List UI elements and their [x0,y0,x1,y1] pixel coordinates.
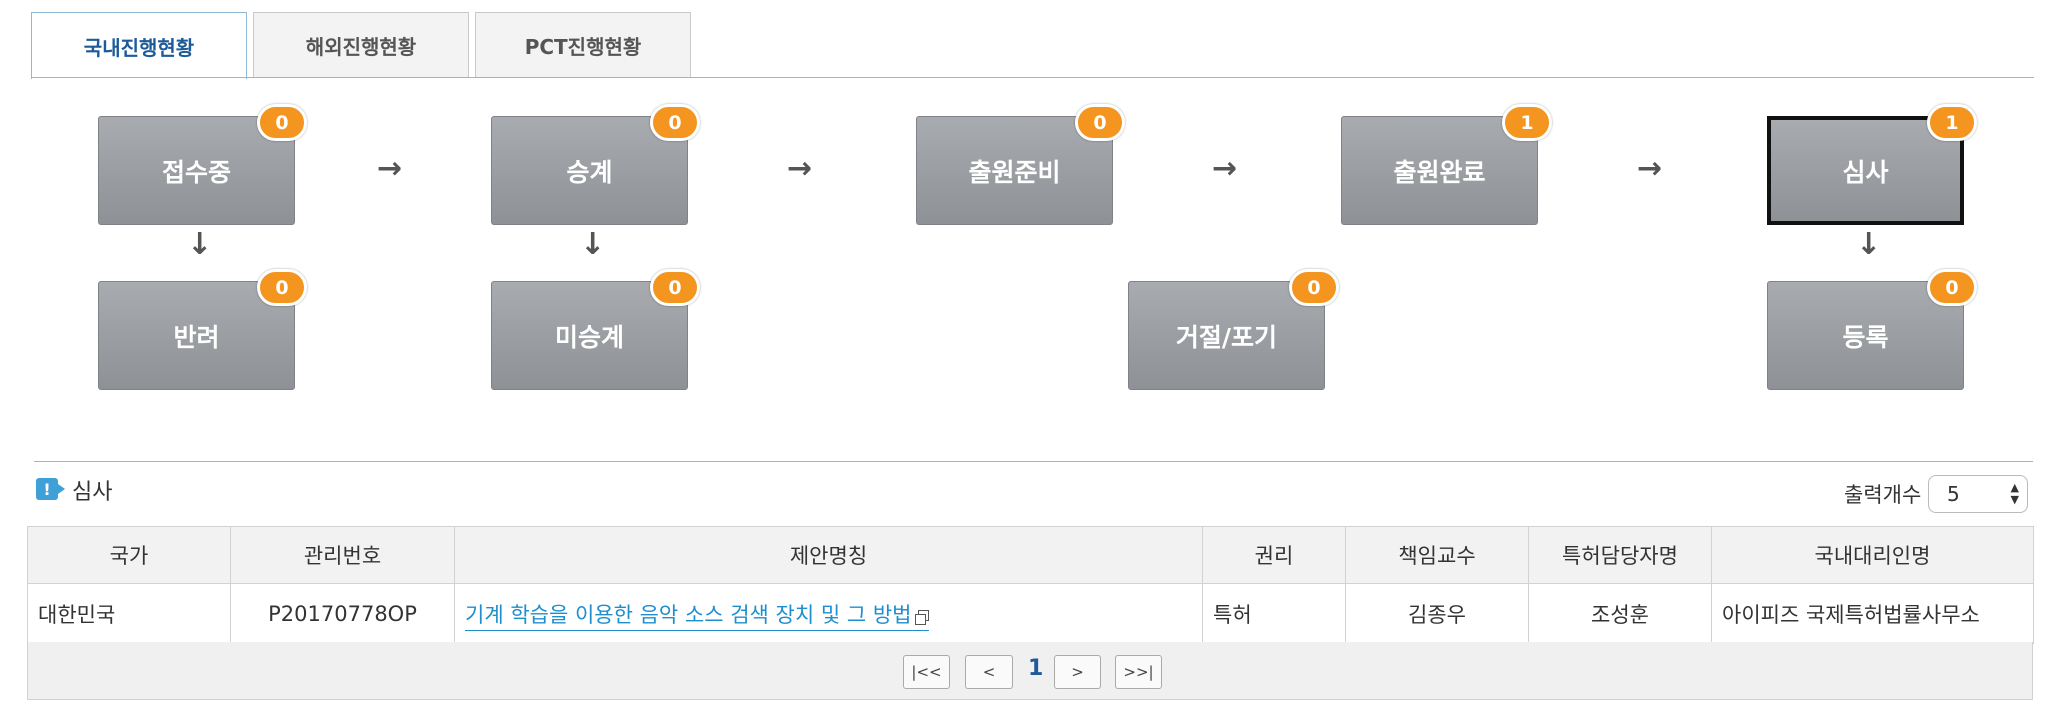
output-count-select[interactable]: 5 ▲ ▼ [1928,475,2028,513]
cell-management-number: P20170778OP [230,583,455,644]
cell-professor: 김종우 [1345,583,1529,644]
table-row: 대한민국 P20170778OP 기계 학습을 이용한 음악 소스 검색 장치 … [27,583,2034,644]
tab-pct[interactable]: PCT진행현황 [475,12,691,77]
output-count-value: 5 [1947,482,1960,506]
cell-country: 대한민국 [27,583,231,644]
column-header: 제안명칭 [454,526,1203,584]
arrow-right-icon: → [1212,151,1238,186]
external-link-icon [915,609,930,625]
count-badge: 0 [650,104,700,141]
column-header: 권리 [1202,526,1346,584]
count-badge: 0 [1927,269,1977,306]
arrow-right-icon: → [787,151,813,186]
count-badge: 0 [650,269,700,306]
tab-overseas[interactable]: 해외진행현황 [253,12,469,77]
updown-arrows-icon: ▲ ▼ [2010,481,2019,506]
result-table: 국가 관리번호 제안명칭 권리 책임교수 특허담당자명 국내대리인명 대한민국 … [27,526,2034,644]
arrow-right-icon: → [377,151,403,186]
cell-patent-manager: 조성훈 [1528,583,1712,644]
arrow-right-icon: → [1637,151,1663,186]
step-label: 거절/포기 [1175,322,1278,352]
tab-domestic[interactable]: 국내진행현황 [31,12,247,79]
step-label: 출원완료 [1393,157,1486,187]
column-header: 특허담당자명 [1528,526,1712,584]
page-number[interactable]: 1 [1028,656,1043,681]
next-page-button[interactable]: > [1054,655,1101,689]
step-label: 심사 [1842,157,1889,187]
step-label: 반려 [173,322,220,352]
prev-page-button[interactable]: < [965,655,1013,689]
first-page-button[interactable]: |<< [903,655,950,689]
arrow-down-icon: ↓ [580,227,606,262]
table-header-row: 국가 관리번호 제안명칭 권리 책임교수 특허담당자명 국내대리인명 [27,526,2034,584]
column-header: 국내대리인명 [1711,526,2034,584]
column-header: 관리번호 [230,526,455,584]
count-badge: 0 [257,269,307,306]
column-header: 책임교수 [1345,526,1529,584]
output-count-label: 출력개수 [1844,483,1922,507]
pagination: |<< < 1 > >>| [27,642,2033,700]
count-badge: 0 [1075,104,1125,141]
count-badge: 0 [257,104,307,141]
tab-divider [31,77,2034,78]
section-title: 심사 [72,480,113,505]
count-badge: 0 [1289,269,1339,306]
last-page-button[interactable]: >>| [1115,655,1162,689]
proposal-title-link[interactable]: 기계 학습을 이용한 음악 소스 검색 장치 및 그 방법 [465,602,930,631]
cell-proposal-title: 기계 학습을 이용한 음악 소스 검색 장치 및 그 방법 [454,583,1203,644]
step-label: 등록 [1842,322,1889,352]
count-badge: 1 [1502,104,1552,141]
proposal-title-text: 기계 학습을 이용한 음악 소스 검색 장치 및 그 방법 [465,602,912,627]
count-badge: 1 [1927,104,1977,141]
arrow-down-icon: ↓ [187,227,213,262]
arrow-down-icon: ↓ [1856,227,1882,262]
step-label: 미승계 [554,322,624,352]
alert-icon: ! [36,478,65,500]
step-label: 출원준비 [968,157,1061,187]
step-label: 접수중 [161,157,231,187]
cell-domestic-agent: 아이피즈 국제특허법률사무소 [1711,583,2034,644]
cell-right-type: 특허 [1202,583,1346,644]
section-divider [34,461,2033,462]
column-header: 국가 [27,526,231,584]
step-label: 승계 [566,157,613,187]
